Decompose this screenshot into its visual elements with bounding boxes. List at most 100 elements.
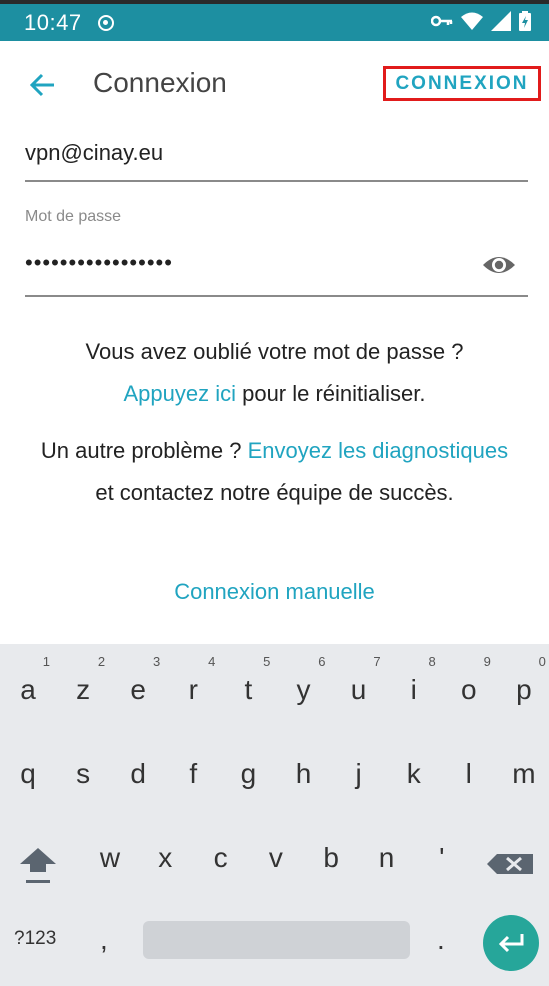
key-label: g — [240, 758, 257, 789]
key-label: k — [406, 758, 421, 789]
symbols-key[interactable]: ?123 — [14, 928, 56, 950]
key-y[interactable]: 6y — [276, 648, 332, 708]
key-a[interactable]: 1a — [0, 648, 56, 708]
keyboard: 1a2z3e4r5t6y7u8i9o0p qsdfghjklm w x c v b n ' … — [0, 644, 549, 986]
password-field[interactable]: ••••••••••••••••• — [25, 240, 528, 297]
key-label: w — [99, 842, 121, 873]
key-label: t — [244, 674, 253, 705]
key-z[interactable]: 2z — [55, 648, 111, 708]
key-hint: 4 — [208, 654, 216, 669]
key-hint: 3 — [152, 654, 161, 669]
key-hint: 0 — [538, 654, 546, 669]
key-b[interactable]: b — [303, 816, 359, 876]
key-hint: 1 — [42, 654, 50, 669]
key-f[interactable]: f — [165, 732, 221, 792]
key-h[interactable]: h — [276, 732, 332, 792]
key-v[interactable]: v — [248, 816, 304, 876]
key-x[interactable]: x — [137, 816, 193, 876]
key-w[interactable]: w — [82, 816, 138, 876]
comma-key[interactable]: , — [100, 924, 108, 956]
key-label: q — [20, 758, 36, 789]
key-hint: 7 — [373, 654, 381, 669]
vpn-key-icon — [430, 14, 453, 33]
contact-text: et contactez notre équipe de succès. — [95, 480, 454, 505]
key-c[interactable]: c — [193, 816, 249, 876]
key-d[interactable]: d — [110, 732, 166, 792]
space-key[interactable] — [143, 921, 410, 959]
key-label: v — [268, 842, 283, 873]
key-s[interactable]: s — [55, 732, 111, 792]
key-apostrophe[interactable]: ' — [414, 816, 470, 876]
enter-icon — [498, 934, 524, 953]
key-label: y — [296, 674, 311, 705]
password-value: ••••••••••••••••• — [25, 250, 173, 275]
tap-here-link[interactable]: Appuyez ici — [123, 381, 236, 406]
key-label: r — [188, 674, 198, 705]
key-q[interactable]: q — [0, 732, 56, 792]
page-title: Connexion — [93, 67, 227, 98]
key-l[interactable]: l — [441, 732, 497, 792]
key-label: a — [20, 674, 36, 705]
key-hint: 2 — [97, 654, 106, 669]
key-label: p — [516, 674, 532, 705]
key-k[interactable]: k — [386, 732, 442, 792]
signal-icon — [491, 10, 511, 36]
key-label: e — [130, 674, 146, 705]
battery-icon — [519, 10, 531, 36]
reset-text: pour le réinitialiser. — [235, 381, 426, 406]
key-label: c — [213, 842, 228, 873]
key-label: z — [76, 674, 91, 705]
enter-key[interactable] — [483, 915, 539, 971]
key-e[interactable]: 3e — [110, 648, 166, 708]
key-hint: 5 — [263, 654, 271, 669]
key-hint: 8 — [428, 654, 436, 669]
send-diagnostics-link[interactable]: Envoyez les diagnostiques — [248, 438, 509, 463]
backspace-key[interactable] — [483, 834, 539, 894]
key-u[interactable]: 7u — [331, 648, 387, 708]
key-label: m — [512, 758, 536, 789]
app-screen: 10:47 Connexion CONNEXION vpn@cinay.eu M… — [0, 0, 549, 986]
key-g[interactable]: g — [220, 732, 276, 792]
key-label: n — [378, 842, 395, 873]
connect-button[interactable]: CONNEXION — [383, 66, 541, 101]
key-hint: 6 — [318, 654, 326, 669]
key-n[interactable]: n — [359, 816, 415, 876]
key-label: b — [323, 842, 339, 873]
key-r[interactable]: 4r — [165, 648, 221, 708]
key-o[interactable]: 9o — [441, 648, 497, 708]
key-label: o — [461, 674, 477, 705]
back-arrow-icon[interactable] — [26, 68, 60, 102]
key-label: d — [130, 758, 146, 789]
other-problem-text: Un autre problème ? Envoyez les diagnost… — [0, 430, 549, 514]
period-key[interactable]: . — [437, 924, 445, 956]
other-problem-line: Un autre problème ? — [40, 438, 248, 463]
key-label: f — [189, 758, 198, 789]
key-label: s — [76, 758, 91, 789]
shift-key[interactable] — [10, 834, 66, 894]
key-label: u — [350, 674, 367, 705]
app-bar: Connexion CONNEXION — [0, 41, 549, 129]
key-hint: 9 — [483, 654, 491, 669]
key-m[interactable]: m — [496, 732, 549, 792]
key-t[interactable]: 5t — [220, 648, 276, 708]
status-bar: 10:47 — [0, 0, 549, 41]
key-p[interactable]: 0p — [496, 648, 549, 708]
key-label: i — [410, 674, 417, 705]
manual-connection-link[interactable]: Connexion manuelle — [174, 579, 375, 604]
status-time: 10:47 — [24, 10, 82, 35]
email-value: vpn@cinay.eu — [25, 140, 164, 165]
forgot-password-text: Vous avez oublié votre mot de passe ? Ap… — [0, 331, 549, 415]
forgot-line: Vous avez oublié votre mot de passe ? — [85, 339, 464, 364]
key-j[interactable]: j — [331, 732, 387, 792]
circle-dot-icon — [98, 15, 114, 31]
eye-icon[interactable] — [482, 252, 516, 278]
key-i[interactable]: 8i — [386, 648, 442, 708]
key-label: x — [158, 842, 173, 873]
key-label: j — [355, 758, 362, 789]
wifi-icon — [461, 12, 483, 35]
email-field[interactable]: vpn@cinay.eu — [25, 132, 528, 182]
key-label: ' — [439, 842, 445, 873]
password-label: Mot de passe — [25, 208, 122, 225]
key-label: l — [465, 758, 472, 789]
status-icons — [430, 10, 531, 36]
